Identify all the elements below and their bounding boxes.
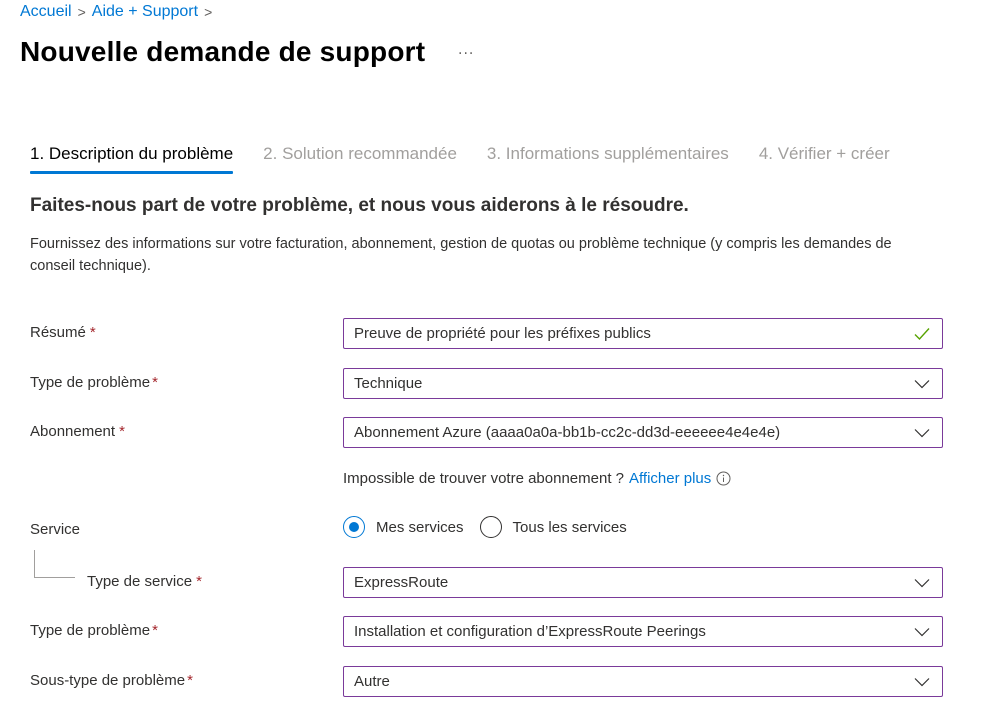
- tree-connector: [34, 550, 75, 578]
- service-radio-group: Mes services Tous les services: [343, 516, 643, 538]
- chevron-right-icon: >: [204, 4, 213, 20]
- service-type-label-text: Type de service: [87, 573, 193, 590]
- radio-all-services[interactable]: Tous les services: [479, 516, 627, 538]
- show-more-link[interactable]: Afficher plus: [629, 470, 711, 487]
- check-icon: [914, 327, 930, 340]
- tab-problem-description[interactable]: 1. Description du problème: [30, 144, 234, 174]
- chevron-down-icon: [914, 677, 930, 686]
- chevron-down-icon: [914, 578, 930, 587]
- radio-all-services-label: Tous les services: [512, 518, 627, 536]
- problem-subtype-value: Autre: [354, 673, 390, 690]
- chevron-right-icon: >: [77, 4, 86, 20]
- service-type-value: ExpressRoute: [354, 574, 449, 591]
- required-marker: *: [152, 622, 158, 639]
- subscription-dropdown[interactable]: Abonnement Azure (aaaa0a0a-bb1b-cc2c-dd3…: [343, 417, 943, 448]
- summary-label-text: Résumé: [30, 324, 86, 341]
- tab-recommended-solution[interactable]: 2. Solution recommandée: [263, 144, 457, 174]
- summary-value: Preuve de propriété pour les préfixes pu…: [354, 325, 651, 342]
- required-marker: *: [187, 672, 193, 689]
- problem-subtype-label-text: Sous-type de problème: [30, 672, 186, 689]
- issue-type-label-text: Type de problème: [30, 374, 151, 391]
- breadcrumb-help-support[interactable]: Aide + Support: [92, 3, 198, 21]
- more-options-button[interactable]: ···: [458, 46, 474, 62]
- subscription-label-text: Abonnement: [30, 423, 116, 440]
- subscription-hint: Impossible de trouver votre abonnement ?…: [343, 470, 731, 487]
- chevron-down-icon: [914, 379, 930, 388]
- radio-my-services[interactable]: Mes services: [343, 516, 464, 538]
- problem-subtype-dropdown[interactable]: Autre: [343, 666, 943, 697]
- service-type-label: Type de service *: [87, 573, 202, 590]
- required-marker: *: [119, 423, 125, 440]
- problem-subtype-label: Sous-type de problème *: [30, 672, 193, 689]
- info-icon[interactable]: [716, 471, 731, 486]
- section-title: Faites-nous part de votre problème, et n…: [30, 195, 689, 216]
- section-description: Fournissez des informations sur votre fa…: [30, 236, 892, 274]
- problem-type-value: Installation et configuration d’ExpressR…: [354, 623, 706, 640]
- radio-my-services-label: Mes services: [376, 518, 464, 536]
- problem-type-label: Type de problème *: [30, 622, 158, 639]
- chevron-down-icon: [914, 627, 930, 636]
- summary-label: Résumé *: [30, 324, 96, 341]
- subscription-hint-text: Impossible de trouver votre abonnement ?: [343, 470, 624, 487]
- breadcrumb-home[interactable]: Accueil: [20, 3, 72, 21]
- page-title: Nouvelle demande de support: [20, 36, 426, 67]
- required-marker: *: [196, 573, 202, 590]
- tab-additional-details[interactable]: 3. Informations supplémentaires: [487, 144, 729, 174]
- breadcrumb: Accueil > Aide + Support >: [20, 3, 212, 21]
- service-label: Service: [30, 521, 81, 538]
- wizard-tabs: 1. Description du problème 2. Solution r…: [30, 144, 920, 174]
- service-type-dropdown[interactable]: ExpressRoute: [343, 567, 943, 598]
- required-marker: *: [89, 324, 96, 341]
- radio-circle: [479, 516, 502, 538]
- required-marker: *: [152, 374, 158, 391]
- tab-review-create[interactable]: 4. Vérifier + créer: [759, 144, 890, 174]
- summary-input[interactable]: Preuve de propriété pour les préfixes pu…: [343, 318, 943, 349]
- radio-circle-checked: [343, 516, 365, 538]
- chevron-down-icon: [914, 428, 930, 437]
- problem-type-dropdown[interactable]: Installation et configuration d’ExpressR…: [343, 616, 943, 647]
- issue-type-value: Technique: [354, 375, 423, 392]
- problem-type-label-text: Type de problème: [30, 622, 151, 639]
- subscription-label: Abonnement *: [30, 423, 125, 440]
- issue-type-dropdown[interactable]: Technique: [343, 368, 943, 399]
- subscription-value: Abonnement Azure (aaaa0a0a-bb1b-cc2c-dd3…: [354, 424, 781, 441]
- issue-type-label: Type de problème *: [30, 374, 158, 391]
